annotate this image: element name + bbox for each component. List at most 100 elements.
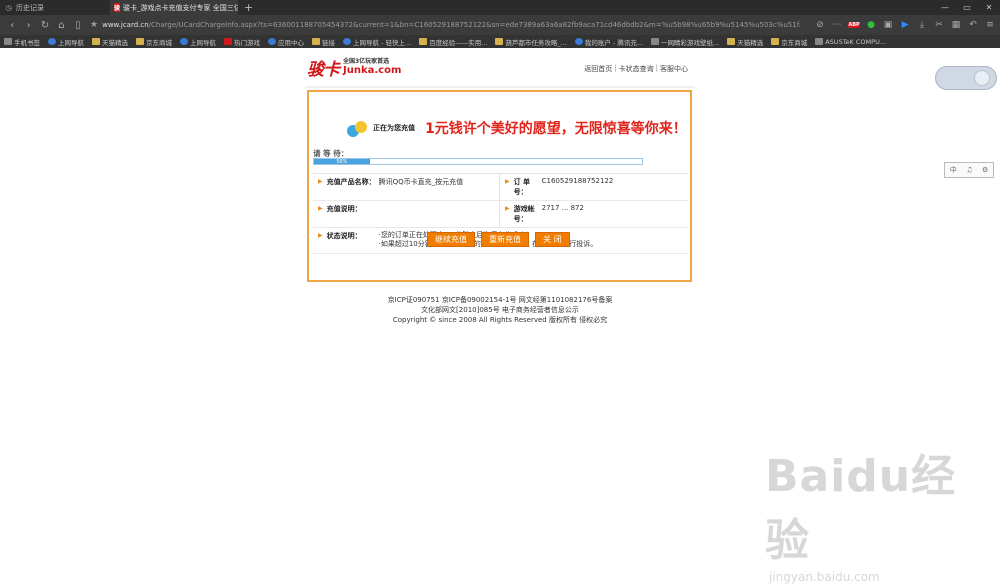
- play-icon[interactable]: ▶: [899, 20, 911, 30]
- footer-copyright: Copyright © since 2008 All Rights Reserv…: [392, 316, 608, 324]
- bookmark-item[interactable]: 链接: [312, 37, 335, 47]
- bookmark-item[interactable]: 上网导航: [180, 37, 216, 47]
- bookmark-favicon-icon: [815, 38, 824, 45]
- bookmark-label: 天猫精选: [102, 38, 128, 47]
- bookmark-label: 上网导航: [190, 38, 216, 47]
- folder-icon: [419, 38, 428, 45]
- header-divider: [305, 86, 695, 88]
- bookmark-item[interactable]: 京东商城: [771, 37, 807, 47]
- tab-bar: ◷ 历史记录 骏 骏卡_游戏点卡充值支付专家 全国三亿... ✕ + — ▭ ✕: [0, 0, 1000, 15]
- clock-icon: ◷: [5, 3, 12, 12]
- bookmark-item[interactable]: ASUSTeK COMPU...: [815, 38, 886, 46]
- bookmark-favicon-icon: [224, 38, 232, 45]
- new-tab-button[interactable]: +: [244, 1, 253, 14]
- account-value: 2717 ... 872: [541, 204, 584, 212]
- bookmark-item[interactable]: 应用中心: [268, 37, 304, 47]
- reader-icon[interactable]: ▯: [70, 20, 86, 31]
- coins-icon: [345, 119, 369, 137]
- bookmark-item[interactable]: 一网睛彩游戏壁纸...: [651, 37, 719, 47]
- bookmark-favicon-icon: [343, 38, 351, 45]
- bookmark-item[interactable]: 我的账户 - 腾讯充...: [574, 37, 644, 47]
- bookmark-item[interactable]: 葫芦都市任务攻略_...: [495, 37, 567, 47]
- arrow-icon: ▶: [505, 178, 510, 185]
- bookmark-label: 我的账户 - 腾讯充...: [584, 38, 644, 47]
- promo-subtitle: 正在为您充值: [373, 124, 415, 132]
- progress-fill: 56%: [314, 158, 370, 165]
- back-icon[interactable]: ‹: [4, 20, 20, 31]
- tab-history-label: 历史记录: [16, 3, 44, 12]
- watermark-url: jingyan.baidu.com: [769, 570, 880, 584]
- bookmark-item[interactable]: 百度经验——实用...: [419, 37, 487, 47]
- promo-banner[interactable]: 正在为您充值 1元钱许个美好的愿望，无限惊喜等你来！: [345, 118, 687, 138]
- floating-widget[interactable]: [935, 66, 997, 90]
- extension-green-icon[interactable]: ●: [865, 20, 877, 30]
- charge-panel: 正在为您充值 1元钱许个美好的愿望，无限惊喜等你来！ 请 等 待： 56% ▶ …: [307, 90, 692, 282]
- home-link[interactable]: 返回首页: [584, 64, 612, 74]
- scissors-icon[interactable]: ✂: [933, 20, 945, 30]
- url-field[interactable]: ★ www.jcard.cn /Charge/UCardChargeInfo.a…: [90, 18, 800, 32]
- logo-slogan: 全国3亿玩家首选: [343, 57, 390, 65]
- bookmark-item[interactable]: 上网导航 - 轻快上...: [343, 37, 411, 47]
- bookmark-label: 手机书签: [14, 38, 40, 47]
- bookmark-label: 一网睛彩游戏壁纸...: [661, 38, 720, 47]
- home-icon[interactable]: ⌂: [53, 20, 69, 31]
- reload-icon[interactable]: ↻: [37, 20, 53, 31]
- folder-icon: [727, 38, 736, 45]
- maximize-button[interactable]: ▭: [956, 3, 978, 12]
- junka-logo[interactable]: 骏卡 全国3亿玩家首选 Junka.com: [307, 55, 401, 80]
- arrow-icon: ▶: [505, 205, 510, 212]
- bookmark-favicon-icon: [180, 38, 188, 45]
- desc-label: 充值说明：: [326, 205, 362, 213]
- forward-icon[interactable]: ›: [20, 20, 36, 31]
- order-label: 订 单 号：: [513, 178, 531, 196]
- grid-icon[interactable]: ▦: [950, 20, 962, 30]
- address-toolbar: ‹ › ↻ ⌂ ▯ ★ www.jcard.cn /Charge/UCardCh…: [0, 15, 1000, 35]
- settings-menu-icon[interactable]: ≡: [984, 20, 996, 30]
- bookmark-label: 上网导航 - 轻快上...: [353, 38, 412, 47]
- bookmark-label: 上网导航: [58, 38, 84, 47]
- translate-icon[interactable]: ⊘: [814, 20, 826, 30]
- bookmark-item[interactable]: 热门游戏: [224, 37, 260, 47]
- chinese-icon[interactable]: 中: [950, 165, 957, 175]
- download-icon[interactable]: ⤓: [916, 20, 928, 30]
- progress-text: 56%: [336, 158, 348, 165]
- bookmark-item[interactable]: 京东商城: [136, 37, 172, 47]
- adblock-icon[interactable]: ABP: [848, 22, 861, 28]
- table-row: ▶ 充值产品名称： 腾讯QQ币卡直充_按元充值 ▶ 订 单 号： C160529…: [313, 174, 688, 201]
- bookmark-label: 应用中心: [278, 38, 304, 47]
- product-label: 充值产品名称：: [326, 178, 376, 186]
- tab-history[interactable]: ◷ 历史记录: [0, 0, 110, 15]
- bookmark-item[interactable]: 天猫精选: [92, 37, 128, 47]
- bookmark-item[interactable]: 天猫精选: [727, 37, 763, 47]
- bookmark-label: 京东商城: [146, 38, 172, 47]
- bookmark-item[interactable]: 手机书签: [4, 37, 40, 47]
- menu-dots-icon[interactable]: ⋯: [831, 20, 843, 30]
- folder-icon: [92, 38, 100, 45]
- bookmark-star-icon[interactable]: ★: [90, 20, 98, 30]
- bookmark-favicon-icon: [48, 38, 56, 45]
- settings-icon[interactable]: ⚙: [982, 166, 988, 174]
- undo-icon[interactable]: ↶: [967, 20, 979, 30]
- status-label: 状态说明：: [326, 232, 362, 240]
- site-header: 骏卡 全国3亿玩家首选 Junka.com 返回首页 | 卡状态查询 | 客服中…: [307, 55, 692, 80]
- card-status-link[interactable]: 卡状态查询: [619, 64, 654, 74]
- promo-title: 1元钱许个美好的愿望，无限惊喜等你来！: [425, 121, 687, 137]
- music-icon[interactable]: ♫: [966, 166, 972, 174]
- minimize-button[interactable]: —: [934, 3, 956, 12]
- bookmark-label: 链接: [322, 38, 335, 47]
- language-toolbar[interactable]: 中 ♫ ⚙: [944, 162, 994, 178]
- bookmark-item[interactable]: 上网导航: [48, 37, 84, 47]
- continue-charge-button[interactable]: 继续充值: [427, 232, 475, 247]
- junka-favicon-icon: 骏: [114, 3, 121, 12]
- bookmark-label: 热门游戏: [234, 38, 260, 47]
- customer-service-link[interactable]: 客服中心: [660, 64, 688, 74]
- close-button[interactable]: 关 闭: [535, 232, 570, 247]
- product-value: 腾讯QQ币卡直充_按元充值: [378, 178, 464, 186]
- extension-icon[interactable]: ▣: [882, 20, 894, 30]
- recharge-button[interactable]: 重新充值: [481, 232, 529, 247]
- bookmark-favicon-icon: [4, 38, 12, 45]
- close-window-button[interactable]: ✕: [978, 3, 1000, 12]
- tab-junka[interactable]: 骏 骏卡_游戏点卡充值支付专家 全国三亿... ✕: [110, 0, 238, 15]
- arrow-icon: ▶: [318, 232, 323, 239]
- order-value: C160529188752122: [541, 177, 614, 185]
